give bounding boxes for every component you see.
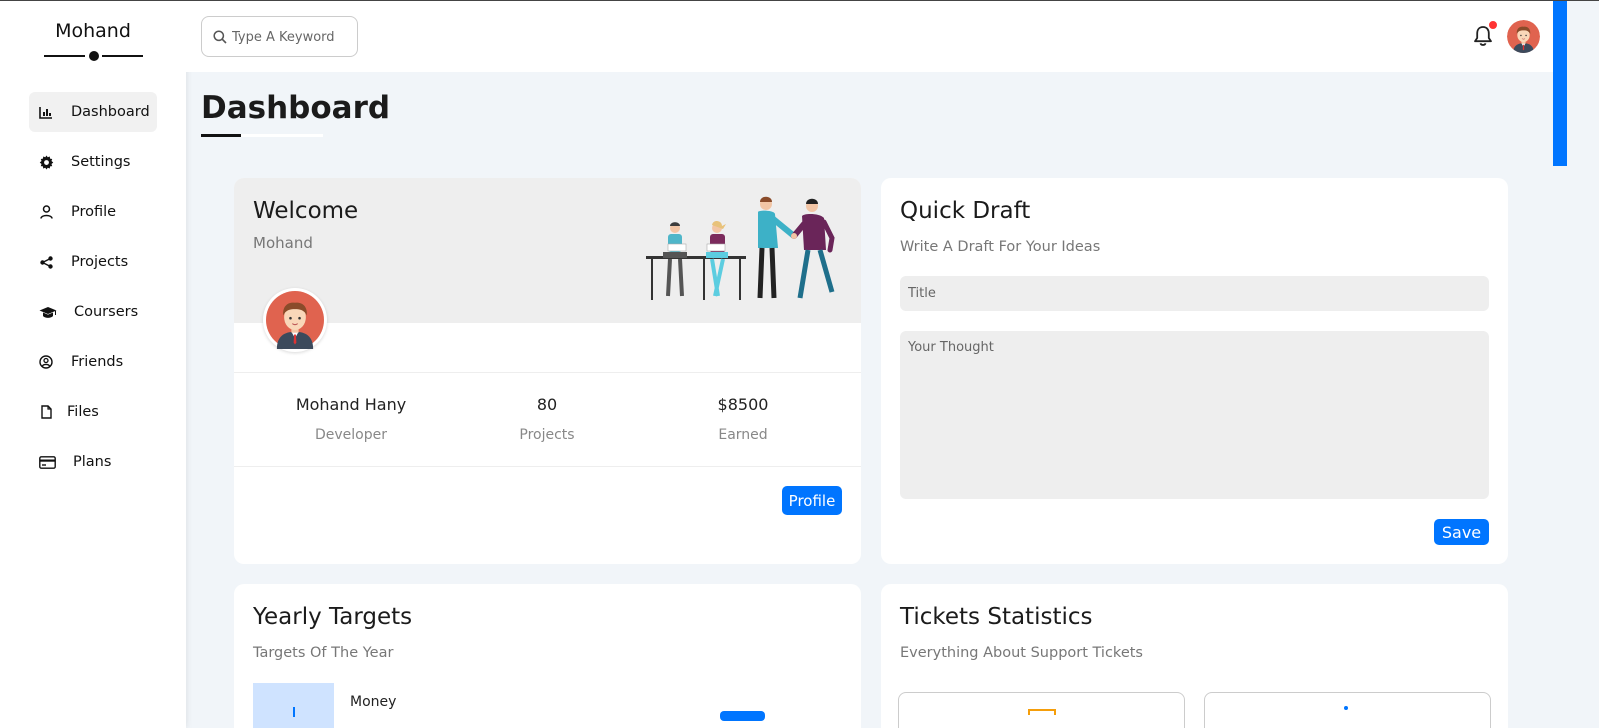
brand-underline-left (44, 55, 85, 57)
thought-textarea[interactable] (900, 331, 1489, 499)
sidebar-item-files[interactable]: Files (29, 392, 157, 432)
avatar[interactable] (1507, 20, 1540, 53)
profile-button[interactable]: Profile (782, 486, 842, 515)
ticket-stat-box (1204, 692, 1491, 728)
scrollbar-thumb[interactable] (1553, 0, 1567, 166)
welcome-card: Welcome Mohand Mohand Hany Developer 80 … (234, 178, 861, 564)
search-input[interactable] (232, 26, 352, 48)
stat-label: Projects (519, 427, 575, 443)
stat-projects: 80 Projects (449, 395, 645, 443)
money-icon-box (253, 683, 334, 728)
quick-draft-card: Quick Draft Write A Draft For Your Ideas… (881, 178, 1508, 564)
window-top-border (0, 0, 1599, 1)
gear-icon (38, 154, 54, 170)
card-title: Quick Draft (900, 198, 1031, 224)
tickets-statistics-card: Tickets Statistics Everything About Supp… (881, 584, 1508, 728)
sidebar: Mohand Dashboard Settings Profile Projec… (0, 0, 186, 728)
stat-value: 80 (536, 395, 558, 414)
save-button[interactable]: Save (1434, 519, 1489, 545)
stat-value: $8500 (717, 395, 769, 414)
notification-badge (1488, 20, 1498, 30)
dollar-icon (293, 707, 295, 717)
yearly-targets-card: Yearly Targets Targets Of The Year Money (234, 584, 861, 728)
page-title: Dashboard (201, 90, 391, 126)
sidebar-item-label: Friends (71, 354, 124, 370)
team-illustration (646, 196, 835, 300)
sidebar-item-label: Projects (71, 254, 129, 270)
stat-developer: Mohand Hany Developer (253, 395, 449, 443)
ticket-stat-box (898, 692, 1185, 728)
title-field[interactable] (900, 276, 1489, 311)
sidebar-item-label: Profile (71, 204, 117, 220)
credit-card-icon (38, 454, 56, 470)
card-title: Tickets Statistics (900, 604, 1093, 630)
search-icon (213, 29, 227, 48)
brand-dot (89, 51, 99, 61)
stat-label: Earned (718, 427, 768, 443)
user-circle-icon (38, 354, 54, 370)
welcome-title: Welcome (253, 198, 359, 224)
target-progress-badge (720, 711, 765, 721)
sidebar-item-courses[interactable]: Coursers (29, 292, 157, 332)
sidebar-item-label: Plans (73, 454, 112, 470)
topbar (186, 1, 1553, 72)
sidebar-item-dashboard[interactable]: Dashboard (29, 92, 157, 132)
welcome-header: Welcome Mohand (234, 178, 861, 323)
sidebar-item-projects[interactable]: Projects (29, 242, 157, 282)
card-subtitle: Everything About Support Tickets (900, 645, 1143, 661)
divider (234, 372, 861, 373)
sidebar-item-profile[interactable]: Profile (29, 192, 157, 232)
welcome-name: Mohand (253, 234, 313, 252)
brand-name: Mohand (55, 20, 131, 42)
sidebar-item-label: Dashboard (71, 104, 150, 120)
divider (234, 466, 861, 467)
search-box[interactable] (201, 16, 358, 57)
sidebar-item-label: Coursers (74, 304, 139, 320)
spinner-icon (1344, 706, 1348, 710)
user-icon (38, 204, 54, 220)
sidebar-item-settings[interactable]: Settings (29, 142, 157, 182)
graduation-cap-icon (38, 304, 58, 320)
sidebar-item-plans[interactable]: Plans (29, 442, 157, 482)
sidebar-item-label: Files (67, 404, 99, 420)
brand-underline-right (102, 55, 143, 57)
stat-value: Mohand Hany (295, 395, 407, 414)
target-label: Money (350, 694, 397, 710)
title-underline (201, 134, 241, 137)
card-subtitle: Targets Of The Year (253, 645, 394, 661)
card-subtitle: Write A Draft For Your Ideas (900, 239, 1101, 255)
stat-earned: $8500 Earned (645, 395, 841, 443)
share-icon (38, 254, 54, 270)
ticket-icon (1028, 709, 1056, 715)
sidebar-item-label: Settings (71, 154, 131, 170)
welcome-avatar (263, 288, 327, 352)
card-title: Yearly Targets (253, 604, 413, 630)
file-icon (38, 404, 54, 420)
stat-label: Developer (314, 427, 387, 443)
sidebar-item-friends[interactable]: Friends (29, 342, 157, 382)
chart-icon (38, 104, 54, 120)
